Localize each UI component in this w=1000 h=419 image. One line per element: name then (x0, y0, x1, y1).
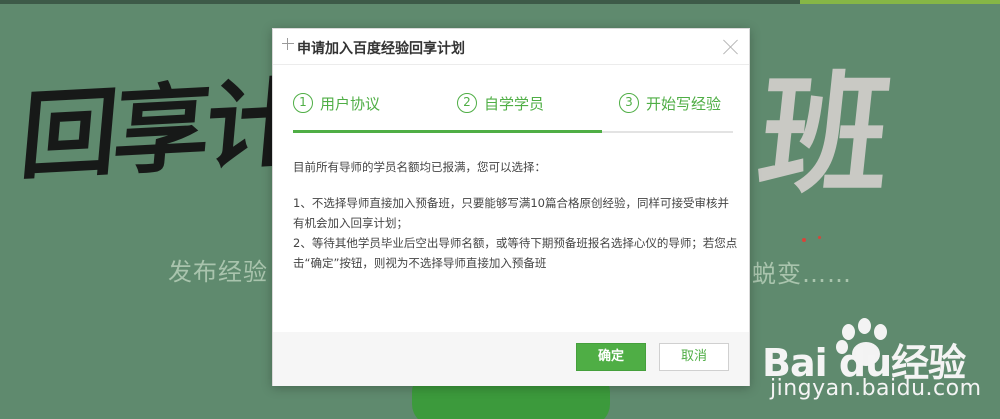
step-self-study: 2 自学学员 (457, 89, 544, 117)
body-intro: 目前所有导师的学员名额均已报满，您可以选择： (293, 160, 546, 174)
step-number: 1 (293, 93, 313, 113)
plus-icon (282, 38, 294, 50)
step-start-writing: 3 开始写经验 (619, 89, 721, 117)
step-user-agreement: 1 用户协议 (293, 89, 380, 117)
banner-subtitle-right: 蜕变…… (752, 260, 852, 288)
baidu-watermark: Bai du经验 jingyan.baidu.com (762, 318, 992, 414)
decor-dot (802, 238, 806, 242)
step-label: 自学学员 (484, 94, 545, 113)
banner-calligraphy-left: 回享计 (16, 65, 304, 194)
confirm-button[interactable]: 确定 (576, 343, 646, 371)
top-bar-accent (800, 0, 1000, 4)
decor-dot (818, 236, 821, 239)
watermark-url: jingyan.baidu.com (770, 376, 982, 401)
step-progress (293, 130, 602, 133)
cancel-button[interactable]: 取消 (659, 343, 729, 371)
close-icon[interactable] (723, 39, 739, 55)
dialog-footer: 确定 取消 (273, 332, 749, 386)
banner-calligraphy-right: 班 (752, 58, 899, 211)
dialog-title: 申请加入百度经验回享计划 (297, 41, 465, 57)
step-number: 3 (619, 93, 639, 113)
banner-subtitle-left: 发布经验 (168, 258, 268, 286)
dialog-header: 申请加入百度经验回享计划 (273, 29, 749, 65)
step-label: 开始写经验 (646, 94, 722, 113)
step-label: 用户协议 (320, 94, 381, 113)
step-number: 2 (457, 93, 477, 113)
step-indicator: 1 用户协议 2 自学学员 3 开始写经验 (293, 89, 733, 133)
apply-dialog: 申请加入百度经验回享计划 1 用户协议 2 自学学员 3 开始写经验 目前所有导… (272, 28, 750, 386)
body-option-2: 2、等待其他学员毕业后空出导师名额，或等待下期预备班报名选择心仪的导师；若您点击… (293, 236, 738, 270)
dialog-body: 目前所有导师的学员名额均已报满，您可以选择： 1、不选择导师直接加入预备班，只要… (293, 157, 738, 273)
body-option-1: 1、不选择导师直接加入预备班，只要能够写满10篇合格原创经验，同样可接受审核并有… (293, 196, 729, 230)
